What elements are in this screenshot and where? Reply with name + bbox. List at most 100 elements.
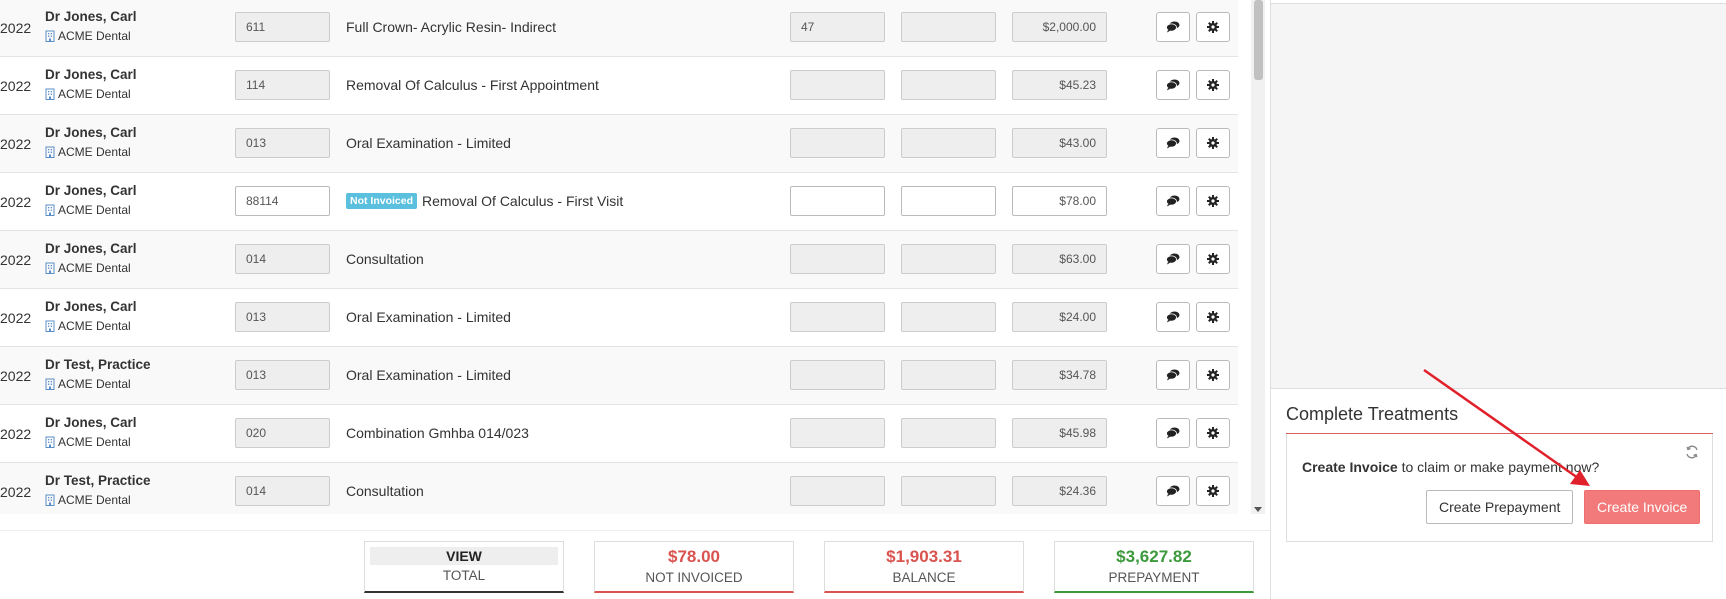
- row-provider: Dr Jones, Carl: [45, 9, 137, 24]
- settings-button[interactable]: [1196, 186, 1230, 216]
- fee-input: $24.36: [1012, 476, 1107, 506]
- settings-button[interactable]: [1196, 244, 1230, 274]
- row-description-text: Combination Gmhba 014/023: [346, 425, 529, 441]
- building-icon: [45, 146, 55, 158]
- row-clinic: ACME Dental: [45, 87, 131, 101]
- item-code-input[interactable]: 88114: [235, 186, 330, 216]
- gear-icon: [1207, 21, 1219, 33]
- comment-button[interactable]: [1156, 360, 1190, 390]
- row-description: Oral Examination - Limited: [346, 135, 511, 151]
- comment-button[interactable]: [1156, 12, 1190, 42]
- comment-button[interactable]: [1156, 476, 1190, 506]
- prepayment-value: $3,627.82: [1116, 547, 1192, 566]
- table-row: 2022 Dr Jones, Carl ACME Dental 013 Oral…: [0, 289, 1238, 347]
- invoice-prompt-rest: to claim or make payment now?: [1397, 459, 1600, 475]
- row-provider: Dr Jones, Carl: [45, 241, 137, 256]
- tooth-input[interactable]: [790, 186, 885, 216]
- comment-icon: [1166, 79, 1180, 91]
- item-code-input: 013: [235, 360, 330, 390]
- surface-input[interactable]: [901, 186, 996, 216]
- gear-icon: [1207, 253, 1219, 265]
- settings-button[interactable]: [1196, 12, 1230, 42]
- gear-icon: [1207, 369, 1219, 381]
- row-clinic-name: ACME Dental: [58, 377, 131, 391]
- settings-button[interactable]: [1196, 476, 1230, 506]
- table-row: 2022 Dr Test, Practice ACME Dental 014 C…: [0, 463, 1238, 514]
- row-clinic-name: ACME Dental: [58, 29, 131, 43]
- settings-button[interactable]: [1196, 418, 1230, 448]
- item-code-input: 114: [235, 70, 330, 100]
- balance-tab[interactable]: $1,903.31 BALANCE: [824, 541, 1024, 593]
- building-icon: [45, 88, 55, 100]
- gear-icon: [1207, 195, 1219, 207]
- comment-button[interactable]: [1156, 128, 1190, 158]
- totals-bar: VIEW TOTAL $78.00 NOT INVOICED $1,903.31…: [0, 530, 1270, 599]
- total-view-tab[interactable]: VIEW TOTAL: [364, 541, 564, 593]
- invoice-prompt: Create Invoice to claim or make payment …: [1302, 459, 1599, 475]
- tooth-input: [790, 360, 885, 390]
- settings-button[interactable]: [1196, 70, 1230, 100]
- row-description-text: Consultation: [346, 251, 424, 267]
- fee-input: $45.23: [1012, 70, 1107, 100]
- table-row: 2022 Dr Jones, Carl ACME Dental 020 Comb…: [0, 405, 1238, 463]
- not-invoiced-badge: Not Invoiced: [346, 193, 418, 209]
- fee-input: $63.00: [1012, 244, 1107, 274]
- row-provider: Dr Jones, Carl: [45, 415, 137, 430]
- item-code-input: 013: [235, 302, 330, 332]
- row-clinic-name: ACME Dental: [58, 145, 131, 159]
- gear-icon: [1207, 137, 1219, 149]
- right-panel-header-strip: [1271, 0, 1726, 4]
- gear-icon: [1207, 311, 1219, 323]
- row-description: Combination Gmhba 014/023: [346, 425, 529, 441]
- row-date: 2022: [0, 426, 32, 442]
- comment-icon: [1166, 195, 1180, 207]
- settings-button[interactable]: [1196, 360, 1230, 390]
- building-icon: [45, 436, 55, 448]
- refresh-icon[interactable]: [1684, 444, 1700, 460]
- balance-label: BALANCE: [892, 570, 956, 585]
- scrollbar-thumb[interactable]: [1254, 0, 1263, 80]
- comment-icon: [1166, 427, 1180, 439]
- row-clinic-name: ACME Dental: [58, 203, 131, 217]
- comment-button[interactable]: [1156, 244, 1190, 274]
- row-date: 2022: [0, 194, 32, 210]
- gear-icon: [1207, 79, 1219, 91]
- table-row: 2022 Dr Test, Practice ACME Dental 013 O…: [0, 347, 1238, 405]
- building-icon: [45, 494, 55, 506]
- settings-button[interactable]: [1196, 302, 1230, 332]
- row-clinic-name: ACME Dental: [58, 261, 131, 275]
- settings-button[interactable]: [1196, 128, 1230, 158]
- tooth-input: [790, 418, 885, 448]
- row-provider: Dr Jones, Carl: [45, 67, 137, 82]
- comment-button[interactable]: [1156, 70, 1190, 100]
- prepayment-tab[interactable]: $3,627.82 PREPAYMENT: [1054, 541, 1254, 593]
- scroll-down-arrow-icon[interactable]: [1254, 507, 1262, 512]
- right-panel: Complete Treatments Create Invoice to cl…: [1270, 0, 1726, 599]
- building-icon: [45, 378, 55, 390]
- surface-input: [901, 70, 996, 100]
- comment-button[interactable]: [1156, 418, 1190, 448]
- fee-input[interactable]: $78.00: [1012, 186, 1107, 216]
- row-description: Consultation: [346, 483, 424, 499]
- create-prepayment-button[interactable]: Create Prepayment: [1426, 490, 1574, 524]
- row-date: 2022: [0, 78, 32, 94]
- comment-button[interactable]: [1156, 302, 1190, 332]
- row-date: 2022: [0, 20, 32, 36]
- comment-button[interactable]: [1156, 186, 1190, 216]
- row-clinic-name: ACME Dental: [58, 493, 131, 507]
- table-scrollbar[interactable]: [1251, 0, 1265, 514]
- row-date: 2022: [0, 368, 32, 384]
- item-code-input: 014: [235, 476, 330, 506]
- fee-input: $34.78: [1012, 360, 1107, 390]
- fee-input: $24.00: [1012, 302, 1107, 332]
- not-invoiced-tab[interactable]: $78.00 NOT INVOICED: [594, 541, 794, 593]
- fee-input: $2,000.00: [1012, 12, 1107, 42]
- row-clinic: ACME Dental: [45, 319, 131, 333]
- create-invoice-button[interactable]: Create Invoice: [1584, 490, 1701, 524]
- row-provider: Dr Jones, Carl: [45, 299, 137, 314]
- row-description-text: Oral Examination - Limited: [346, 135, 511, 151]
- row-description-text: Oral Examination - Limited: [346, 309, 511, 325]
- surface-input: [901, 302, 996, 332]
- building-icon: [45, 30, 55, 42]
- building-icon: [45, 204, 55, 216]
